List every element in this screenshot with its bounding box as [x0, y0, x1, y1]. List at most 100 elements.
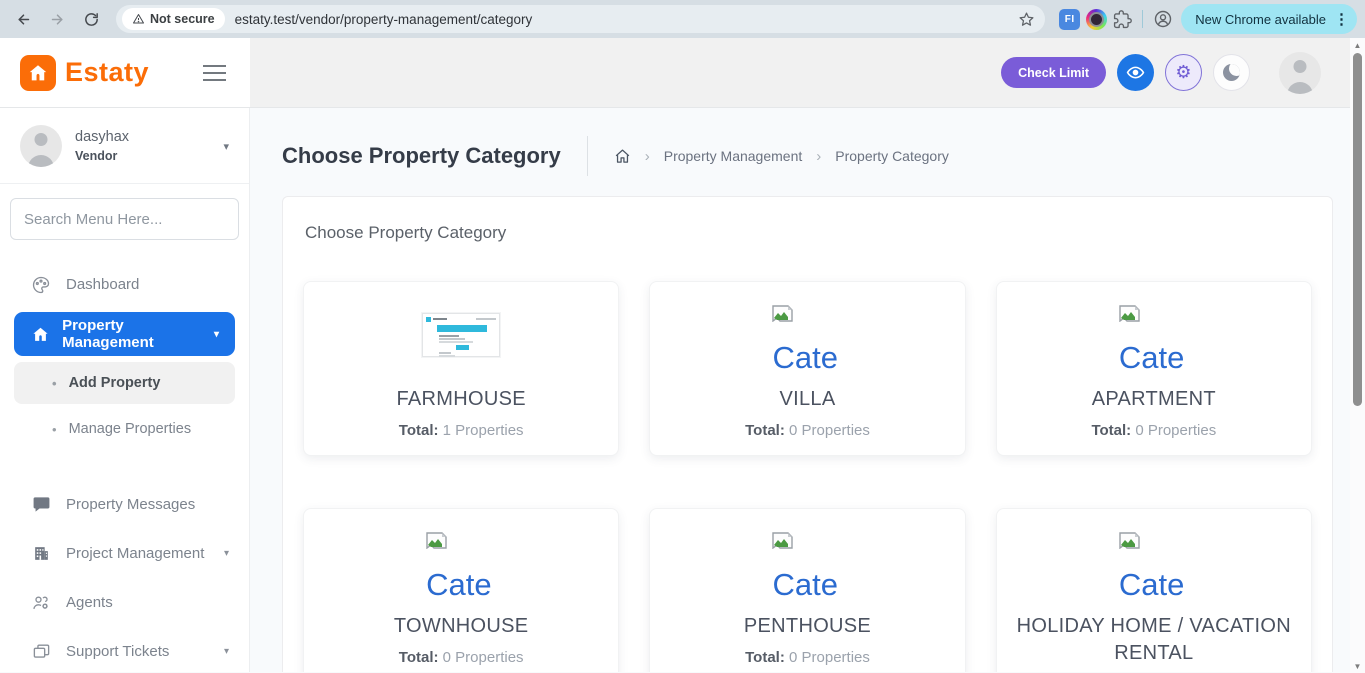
- sidebar-toggle-icon[interactable]: [199, 56, 230, 90]
- navbar-user-avatar[interactable]: [1279, 52, 1321, 94]
- scroll-down-icon[interactable]: ▼: [1350, 659, 1365, 673]
- sidebar-item-label: Project Management: [66, 545, 204, 562]
- broken-image-icon: [772, 532, 793, 549]
- menu-search-input[interactable]: [10, 198, 239, 240]
- category-grid: FARMHOUSE Total: 1 Properties Category V…: [303, 281, 1312, 672]
- category-card-townhouse[interactable]: Category TOWNHOUSE Total: 0 Properties: [303, 508, 619, 672]
- chrome-update-pill[interactable]: New Chrome available ⋮: [1181, 4, 1357, 34]
- estaty-logo-icon[interactable]: [20, 55, 56, 91]
- bullet-icon: •: [52, 376, 57, 391]
- chevron-icon: ›: [816, 148, 821, 165]
- sidebar-subitem-add-property[interactable]: • Add Property: [14, 362, 235, 404]
- broken-image-icon: [426, 532, 447, 549]
- broken-image-alt: Category: [772, 289, 842, 381]
- palette-icon: [30, 275, 52, 295]
- extension-fi-icon[interactable]: FI: [1059, 9, 1080, 30]
- gear-icon: ⚙: [1175, 62, 1191, 83]
- back-button-icon[interactable]: [8, 4, 38, 34]
- user-role: Vendor: [75, 149, 129, 163]
- breadcrumb: › Property Management › Property Categor…: [614, 148, 949, 165]
- sidebar-user-block[interactable]: dasyhax Vendor ▾: [0, 108, 249, 183]
- category-panel: Choose Property Category FARMHOUSE Total…: [282, 196, 1333, 672]
- category-card-penthouse[interactable]: Category PENTHOUSE Total: 0 Properties: [649, 508, 965, 672]
- category-card-holiday-home[interactable]: Category HOLIDAY HOME / VACATION RENTAL …: [996, 508, 1312, 672]
- preview-eye-button[interactable]: [1117, 54, 1154, 91]
- broken-image-icon: [1119, 532, 1140, 549]
- tickets-copy-icon: [30, 642, 52, 661]
- category-total: Total: 0 Properties: [1011, 422, 1297, 439]
- broken-image-icon: [772, 305, 793, 322]
- house-icon: [30, 325, 50, 344]
- category-total: Total: 0 Properties: [664, 422, 950, 439]
- app-navbar: Estaty Check Limit ⚙: [0, 38, 1365, 108]
- sidebar-item-property-management[interactable]: Property Management ▾: [14, 312, 235, 356]
- page-scrollbar[interactable]: ▲ ▼: [1350, 38, 1365, 673]
- category-name: FARMHOUSE: [318, 386, 604, 413]
- sidebar-item-label: Agents: [66, 594, 113, 611]
- category-card-villa[interactable]: Category VILLA Total: 0 Properties: [649, 281, 965, 456]
- agents-people-icon: [30, 593, 52, 613]
- bullet-icon: •: [52, 422, 57, 437]
- extension-camera-icon[interactable]: [1086, 9, 1107, 30]
- reload-button-icon[interactable]: [76, 4, 106, 34]
- user-name: dasyhax: [75, 129, 129, 145]
- sidebar-menu: Dashboard Property Management ▾ • Add Pr…: [0, 246, 249, 672]
- extensions-puzzle-icon[interactable]: [1113, 10, 1132, 29]
- sidebar-item-label: Property Messages: [66, 496, 195, 513]
- navbar-actions: Check Limit ⚙: [250, 38, 1365, 107]
- sidebar-item-label: Property Management: [62, 317, 206, 351]
- sidebar-item-project-management[interactable]: Project Management ▾: [0, 529, 249, 578]
- brand-name[interactable]: Estaty: [65, 57, 149, 88]
- sidebar-item-agents[interactable]: Agents: [0, 578, 249, 627]
- toolbar-separator: [1142, 10, 1143, 28]
- sidebar-item-property-messages[interactable]: Property Messages: [0, 480, 249, 529]
- category-total: Total: 0 Properties: [318, 649, 604, 666]
- broken-image-icon: [1119, 305, 1140, 322]
- dark-mode-button[interactable]: [1213, 54, 1250, 91]
- scroll-up-icon[interactable]: ▲: [1350, 38, 1365, 52]
- check-limit-button[interactable]: Check Limit: [1001, 57, 1106, 88]
- forward-button-icon[interactable]: [42, 4, 72, 34]
- main-content: Choose Property Category › Property Mana…: [250, 108, 1365, 672]
- sidebar-item-label: Dashboard: [66, 276, 139, 293]
- category-name: TOWNHOUSE: [318, 613, 604, 640]
- category-total: Total: 1 Properties: [318, 422, 604, 439]
- broken-image-alt: Category: [1119, 516, 1189, 608]
- sidebar-item-label: Manage Properties: [69, 421, 192, 437]
- sidebar-item-dashboard[interactable]: Dashboard: [0, 260, 249, 309]
- category-total: Total: 0 Properties: [664, 649, 950, 666]
- user-caret-down-icon[interactable]: ▾: [223, 140, 229, 153]
- chevron-icon: ›: [645, 148, 650, 165]
- bookmark-star-icon[interactable]: [1018, 11, 1035, 28]
- panel-title: Choose Property Category: [303, 223, 1312, 243]
- sidebar-user-avatar: [20, 125, 62, 167]
- browser-toolbar: Not secure estaty.test/vendor/property-m…: [0, 0, 1365, 38]
- settings-gear-button[interactable]: ⚙: [1165, 54, 1202, 91]
- category-card-farmhouse[interactable]: FARMHOUSE Total: 1 Properties: [303, 281, 619, 456]
- caret-down-icon: ▾: [224, 646, 229, 657]
- breadcrumb-property-category: Property Category: [835, 148, 949, 164]
- breadcrumb-home-icon[interactable]: [614, 148, 631, 165]
- farmhouse-thumbnail: [422, 313, 500, 357]
- sidebar-item-label: Support Tickets: [66, 643, 169, 660]
- chat-bubble-icon: [30, 495, 52, 514]
- broken-image-alt: Category: [1119, 289, 1189, 381]
- sidebar-item-support-tickets[interactable]: Support Tickets ▾: [0, 627, 249, 672]
- security-label: Not secure: [150, 12, 215, 26]
- scrollbar-thumb[interactable]: [1353, 53, 1362, 406]
- category-card-apartment[interactable]: Category APARTMENT Total: 0 Properties: [996, 281, 1312, 456]
- category-name: PENTHOUSE: [664, 613, 950, 640]
- security-chip[interactable]: Not secure: [122, 8, 225, 30]
- sidebar-subitem-manage-properties[interactable]: • Manage Properties: [14, 408, 235, 450]
- url-text[interactable]: estaty.test/vendor/property-management/c…: [235, 12, 1019, 27]
- browser-profile-icon[interactable]: [1153, 9, 1173, 29]
- sidebar-item-label: Add Property: [69, 375, 161, 391]
- building-icon: [30, 544, 52, 563]
- header-divider: [587, 136, 588, 176]
- breadcrumb-property-management[interactable]: Property Management: [664, 148, 803, 164]
- address-bar[interactable]: Not secure estaty.test/vendor/property-m…: [116, 5, 1045, 33]
- browser-menu-icon[interactable]: ⋮: [1334, 12, 1349, 27]
- broken-image-alt: Category: [772, 516, 842, 608]
- category-name: APARTMENT: [1011, 386, 1297, 413]
- update-pill-label: New Chrome available: [1195, 12, 1326, 27]
